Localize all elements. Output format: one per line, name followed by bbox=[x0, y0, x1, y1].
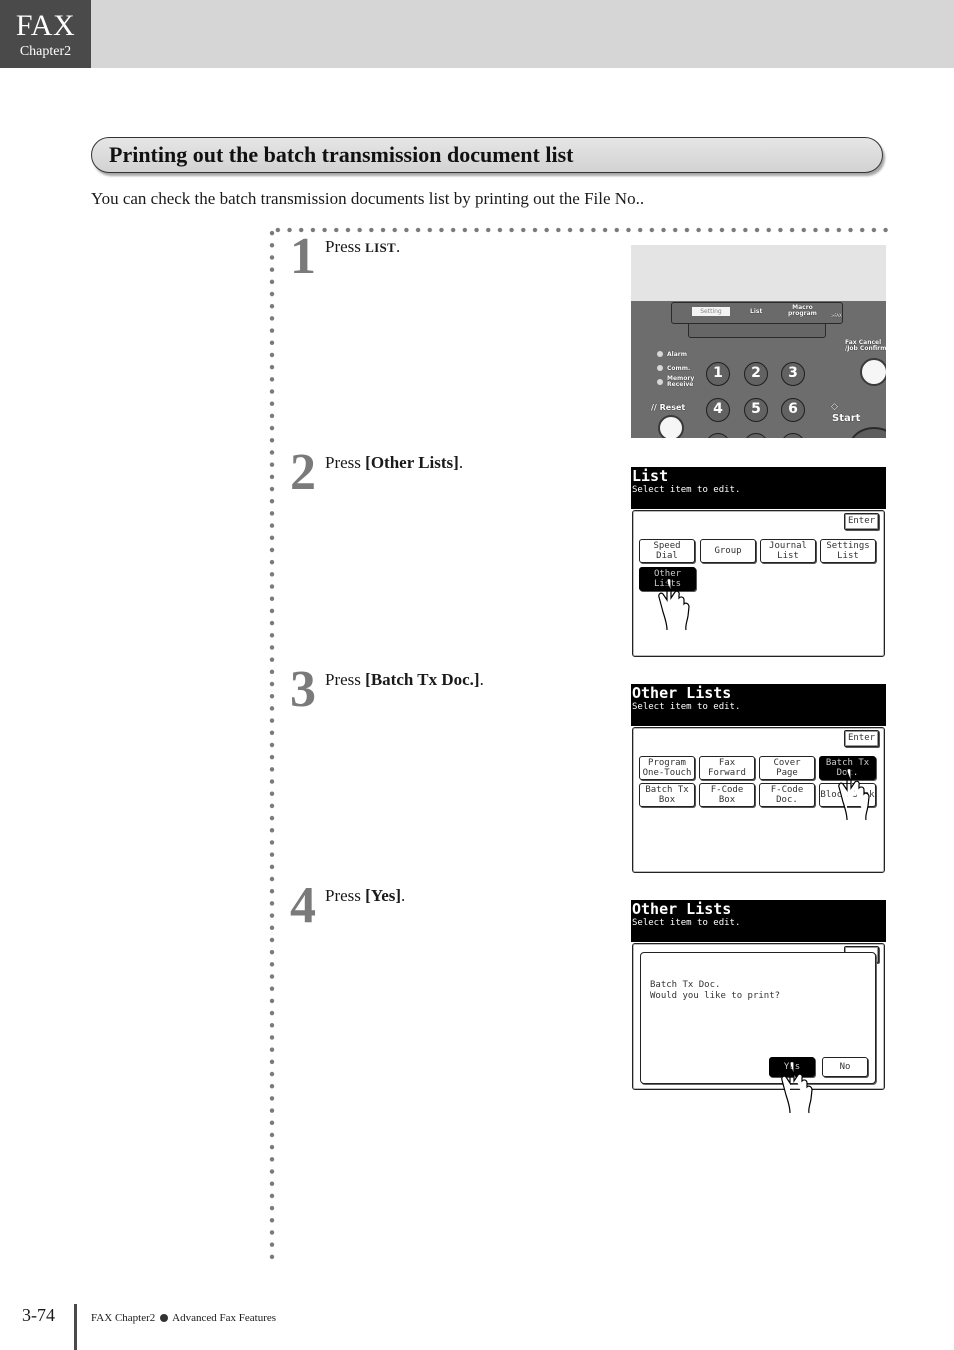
program-one-touch-button[interactable]: Program One-Touch bbox=[639, 756, 695, 780]
confirm-message: Batch Tx Doc. Would you like to print? bbox=[650, 980, 781, 1001]
key-3[interactable]: 3 bbox=[781, 362, 805, 386]
alarm-led-icon bbox=[657, 351, 663, 357]
step-prefix: Press bbox=[325, 886, 366, 905]
group-button[interactable]: Group bbox=[700, 539, 756, 563]
list-key-label[interactable]: List bbox=[750, 309, 762, 315]
control-panel-illustration: Setting List Macro program >FAX Fax Canc… bbox=[631, 245, 886, 438]
key-1[interactable]: 1 bbox=[706, 362, 730, 386]
step-number: 3 bbox=[290, 661, 316, 718]
lcd-confirm-screen: Other Lists Select item to edit. Batch T… bbox=[631, 900, 886, 1114]
lcd-header: Other Lists Select item to edit. bbox=[631, 684, 886, 726]
confirm-dialog: Batch Tx Doc. Would you like to print? Y… bbox=[640, 952, 876, 1084]
mode-key-buttons[interactable] bbox=[688, 324, 826, 338]
header-band bbox=[0, 0, 954, 68]
lcd-content: Enter Program One-Touch Fax Forward Cove… bbox=[632, 727, 885, 873]
step-number: 2 bbox=[290, 444, 316, 501]
lcd-title: Other Lists bbox=[632, 684, 732, 702]
batch-tx-box-button[interactable]: Batch Tx Box bbox=[639, 783, 695, 807]
step-instruction: Press [Other Lists]. bbox=[325, 452, 463, 474]
fax-cancel-button[interactable] bbox=[860, 358, 886, 386]
dotted-divider-horizontal bbox=[272, 227, 888, 233]
block-junk-button[interactable]: Block Junk bbox=[819, 783, 876, 807]
speed-dial-button[interactable]: Speed Dial bbox=[639, 539, 695, 563]
enter-button[interactable]: Enter bbox=[844, 730, 879, 747]
step-number: 4 bbox=[290, 877, 316, 934]
lcd-title: Other Lists bbox=[632, 900, 732, 918]
lcd-content: Batch Tx Doc. Would you like to print? Y… bbox=[632, 943, 885, 1090]
reset-button[interactable] bbox=[658, 415, 684, 438]
chapter-label: Chapter2 bbox=[19, 44, 72, 59]
macro-key-label[interactable]: Macro program bbox=[788, 305, 817, 317]
lcd-content: Enter Speed Dial Group Journal List Sett… bbox=[632, 510, 885, 657]
enter-button[interactable]: Enter bbox=[844, 513, 879, 530]
journal-list-button[interactable]: Journal List bbox=[760, 539, 816, 563]
yes-button[interactable]: Yes bbox=[769, 1057, 815, 1077]
setting-key-label[interactable]: Setting bbox=[692, 307, 730, 316]
cover-page-button[interactable]: Cover Page bbox=[759, 756, 815, 780]
settings-list-button[interactable]: Settings List bbox=[820, 539, 876, 563]
memory-receive-label: Memory Receive bbox=[667, 375, 695, 388]
step-prefix: Press bbox=[325, 453, 366, 472]
start-diamond-icon: ◇ bbox=[831, 402, 838, 412]
footer-chapter: FAX Chapter2 bbox=[91, 1312, 156, 1324]
fax-forward-button[interactable]: Fax Forward bbox=[699, 756, 755, 780]
fax-small-label: >FAX bbox=[831, 313, 842, 318]
alarm-label: Alarm bbox=[667, 351, 687, 358]
footer-breadcrumb: FAX Chapter2 Advanced Fax Features bbox=[91, 1311, 276, 1325]
batch-tx-doc-button[interactable]: Batch Tx Doc. bbox=[819, 756, 876, 780]
lcd-list-screen: List Select item to edit. Enter Speed Di… bbox=[631, 467, 886, 658]
chapter-tab: FAX Chapter2 bbox=[0, 0, 91, 68]
step-key: LIST bbox=[365, 240, 396, 255]
step-suffix: . bbox=[401, 886, 406, 905]
no-button[interactable]: No bbox=[822, 1057, 868, 1077]
dotted-divider-vertical bbox=[269, 227, 275, 1260]
section-title: Printing out the batch transmission docu… bbox=[109, 142, 574, 167]
key-4[interactable]: 4 bbox=[706, 398, 730, 422]
comm-label: Comm. bbox=[667, 365, 691, 372]
step-instruction: Press [Batch Tx Doc.]. bbox=[325, 669, 484, 691]
footer-divider bbox=[74, 1304, 77, 1350]
start-label: Start bbox=[832, 413, 861, 424]
memory-led-icon bbox=[657, 379, 663, 385]
step-instruction: Press [Yes]. bbox=[325, 885, 405, 907]
step-key: [Yes] bbox=[365, 886, 402, 905]
step-instruction: Press LIST. bbox=[325, 236, 400, 259]
step-suffix: . bbox=[479, 670, 484, 689]
other-lists-button[interactable]: Other Lists bbox=[639, 567, 696, 591]
key-2[interactable]: 2 bbox=[744, 362, 768, 386]
page-number: 3-74 bbox=[22, 1305, 55, 1325]
lcd-title: List bbox=[632, 467, 669, 485]
step-number: 1 bbox=[290, 228, 316, 285]
f-code-box-button[interactable]: F-Code Box bbox=[699, 783, 755, 807]
step-key: [Other Lists] bbox=[365, 453, 459, 472]
fax-cancel-label: Fax Cancel /Job Confirm bbox=[845, 339, 886, 352]
bullet-icon bbox=[160, 1313, 169, 1322]
step-suffix: . bbox=[458, 453, 464, 472]
step-key: [Batch Tx Doc.] bbox=[365, 670, 480, 689]
step-prefix: Press bbox=[325, 670, 366, 689]
f-code-doc-button[interactable]: F-Code Doc. bbox=[759, 783, 815, 807]
lcd-subtitle: Select item to edit. bbox=[632, 485, 741, 495]
step-suffix: . bbox=[396, 237, 401, 256]
lcd-subtitle: Select item to edit. bbox=[632, 918, 741, 928]
lcd-header: Other Lists Select item to edit. bbox=[631, 900, 886, 942]
key-5[interactable]: 5 bbox=[744, 398, 768, 422]
footer-section: Advanced Fax Features bbox=[172, 1312, 277, 1324]
comm-led-icon bbox=[657, 365, 663, 371]
step-prefix: Press bbox=[325, 237, 366, 256]
chapter-title: FAX bbox=[15, 9, 76, 42]
lcd-other-lists-screen: Other Lists Select item to edit. Enter P… bbox=[631, 684, 886, 874]
intro-text: You can check the batch transmission doc… bbox=[91, 189, 645, 208]
section-title-banner: Printing out the batch transmission docu… bbox=[91, 137, 883, 173]
key-6[interactable]: 6 bbox=[781, 398, 805, 422]
lcd-subtitle: Select item to edit. bbox=[632, 702, 741, 712]
lcd-header: List Select item to edit. bbox=[631, 467, 886, 509]
reset-label: // Reset bbox=[651, 403, 686, 412]
